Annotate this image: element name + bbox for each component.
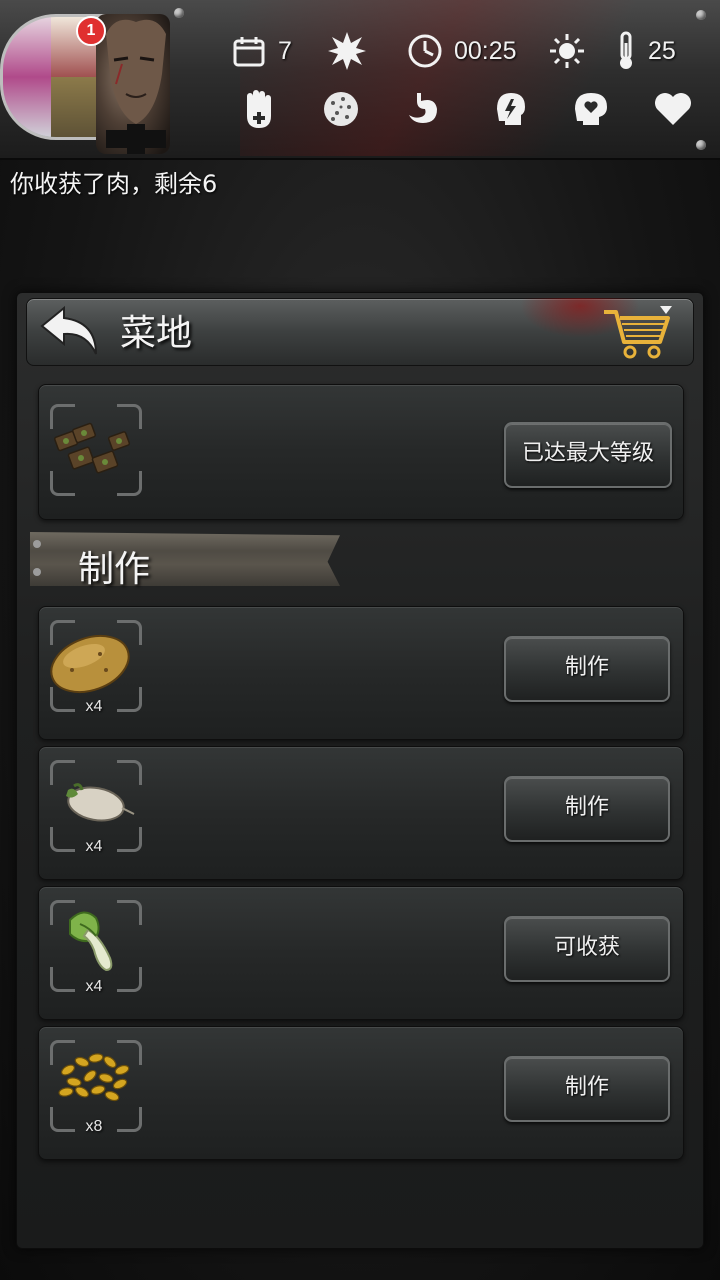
harvest-message: 你收获了肉，剩余6 bbox=[10, 170, 218, 198]
character-portrait[interactable] bbox=[96, 14, 170, 154]
hud-bolt bbox=[696, 10, 706, 20]
back-arrow-icon bbox=[40, 305, 97, 355]
item-quantity: x4 bbox=[85, 978, 103, 995]
harvest-button[interactable]: 可收获 bbox=[504, 916, 670, 982]
temperature-display: 25 bbox=[614, 31, 676, 70]
plank-bolt bbox=[33, 568, 41, 576]
day-value: 7 bbox=[278, 36, 292, 65]
craft-button[interactable]: 制作 bbox=[504, 776, 670, 842]
disease-icon[interactable] bbox=[320, 88, 362, 130]
hud-bolt bbox=[696, 140, 706, 150]
item-quantity: x8 bbox=[85, 1118, 103, 1135]
time-value: 00:25 bbox=[454, 36, 517, 65]
energy-head-icon[interactable] bbox=[488, 88, 530, 130]
stomach-icon[interactable] bbox=[402, 88, 444, 130]
game-clock: 00:25 bbox=[406, 32, 517, 70]
heart-icon[interactable] bbox=[652, 88, 694, 130]
hud-blood-texture bbox=[240, 0, 720, 156]
garden-plot-slot bbox=[50, 404, 142, 496]
plank-bolt bbox=[33, 540, 41, 548]
sun-burst-icon bbox=[326, 30, 368, 72]
day-counter: 7 bbox=[230, 32, 292, 70]
calendar-icon bbox=[230, 32, 268, 70]
item-quantity: x4 bbox=[85, 698, 103, 715]
weather-sun-icon bbox=[546, 30, 588, 72]
shop-cart-button[interactable] bbox=[600, 304, 676, 362]
temperature-value: 25 bbox=[648, 36, 676, 65]
clock-icon bbox=[406, 32, 444, 70]
thermometer-icon bbox=[614, 31, 638, 70]
health-hand-icon[interactable] bbox=[238, 88, 280, 130]
cart-icon bbox=[604, 306, 672, 359]
section-header-plank bbox=[30, 532, 340, 586]
craft-button[interactable]: 制作 bbox=[504, 1056, 670, 1122]
mood-head-icon[interactable] bbox=[570, 88, 612, 130]
craft-button[interactable]: 制作 bbox=[504, 636, 670, 702]
page-title: 菜地 bbox=[120, 313, 193, 354]
max-level-button[interactable]: 已达最大等级 bbox=[504, 422, 672, 488]
hud-bolt bbox=[174, 8, 184, 18]
crafting-section-title: 制作 bbox=[78, 549, 151, 590]
notification-badge[interactable]: 1 bbox=[76, 16, 106, 46]
back-button[interactable] bbox=[38, 304, 104, 358]
item-quantity: x4 bbox=[85, 838, 103, 855]
avatar-group[interactable]: 1 bbox=[0, 6, 170, 156]
